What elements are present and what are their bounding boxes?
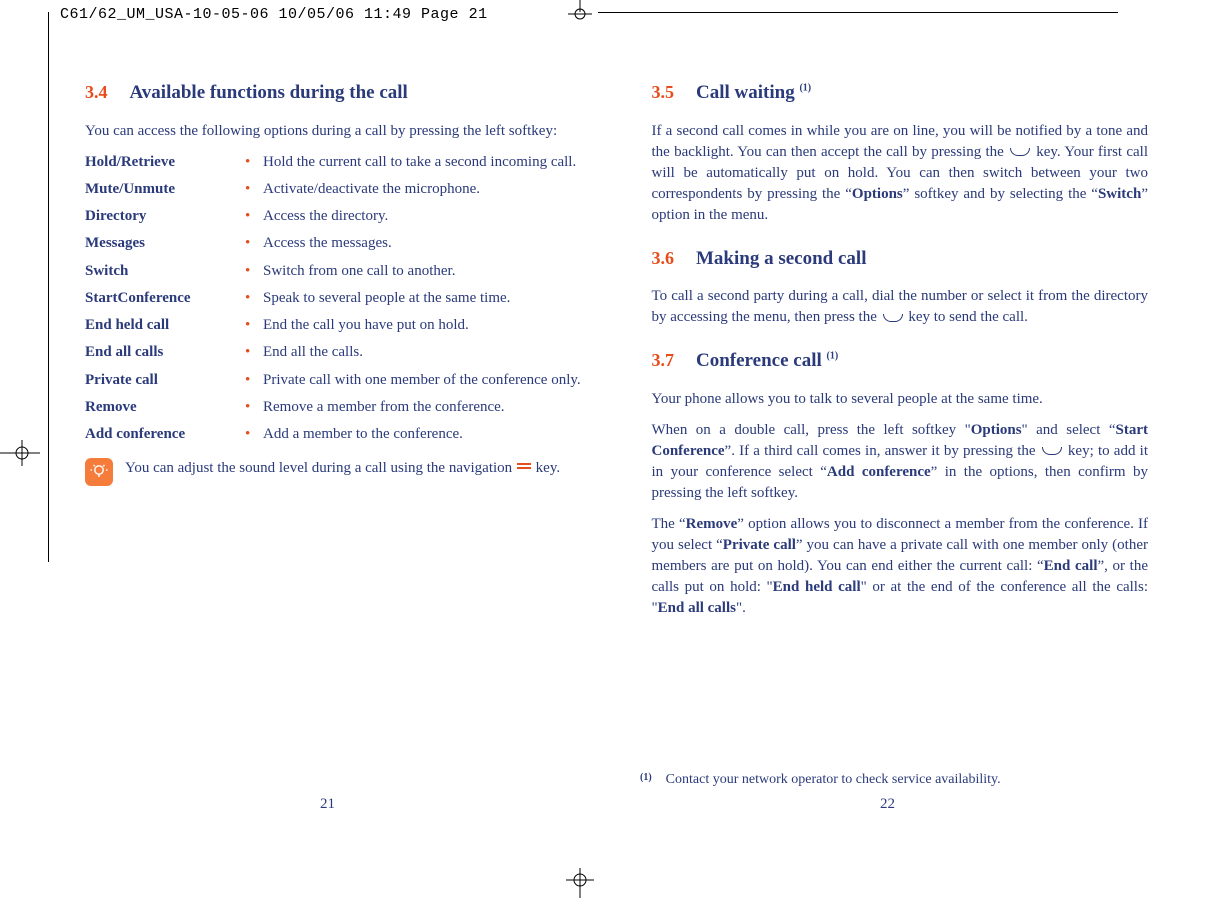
function-description: End the call you have put on hold. <box>263 315 582 335</box>
function-label: End all calls <box>85 342 245 362</box>
bullet-icon: • <box>245 342 263 362</box>
frame-line <box>48 12 49 562</box>
page-number-left: 21 <box>320 796 335 813</box>
section-heading: 3.6 Making a second call <box>652 246 1149 273</box>
section-number: 3.6 <box>652 246 675 271</box>
function-row: Private call•Private call with one membe… <box>85 370 582 390</box>
bullet-icon: • <box>245 424 263 444</box>
section-title: Conference call (1) <box>696 348 838 375</box>
intro-paragraph: You can access the following options dur… <box>85 121 582 142</box>
function-label: StartConference <box>85 288 245 308</box>
function-row: End held call•End the call you have put … <box>85 315 582 335</box>
paragraph: The “Remove” option allows you to discon… <box>652 514 1149 619</box>
bullet-icon: • <box>245 397 263 417</box>
function-label: Add conference <box>85 424 245 444</box>
bullet-icon: • <box>245 152 263 172</box>
paragraph: If a second call comes in while you are … <box>652 121 1149 226</box>
function-label: Remove <box>85 397 245 417</box>
section-heading: 3.4 Available functions during the call <box>85 80 582 107</box>
function-label: End held call <box>85 315 245 335</box>
function-description: Access the directory. <box>263 206 582 226</box>
bullet-icon: • <box>245 288 263 308</box>
function-description: End all the calls. <box>263 342 582 362</box>
tip-lightbulb-icon <box>85 458 113 486</box>
function-row: Directory•Access the directory. <box>85 206 582 226</box>
page-number-right: 22 <box>880 796 895 813</box>
section-title: Call waiting (1) <box>696 80 811 107</box>
crop-mark-top-icon <box>550 0 610 20</box>
function-label: Switch <box>85 261 245 281</box>
function-description: Access the messages. <box>263 233 582 253</box>
bullet-icon: • <box>245 206 263 226</box>
section-title: Making a second call <box>696 246 866 273</box>
paragraph: When on a double call, press the left so… <box>652 420 1149 504</box>
left-column: 3.4 Available functions during the call … <box>85 80 582 639</box>
footnote-marker: (1) <box>640 772 652 788</box>
function-label: Hold/Retrieve <box>85 152 245 172</box>
function-row: StartConference•Speak to several people … <box>85 288 582 308</box>
tip-text: You can adjust the sound level during a … <box>125 458 582 479</box>
bullet-icon: • <box>245 315 263 335</box>
print-header: C61/62_UM_USA-10-05-06 10/05/06 11:49 Pa… <box>60 6 488 23</box>
paragraph: Your phone allows you to talk to several… <box>652 389 1149 410</box>
bullet-icon: • <box>245 261 263 281</box>
call-key-icon <box>1010 148 1030 156</box>
frame-line <box>598 12 1118 13</box>
function-row: Mute/Unmute•Activate/deactivate the micr… <box>85 179 582 199</box>
tip-row: You can adjust the sound level during a … <box>85 458 582 486</box>
function-description: Speak to several people at the same time… <box>263 288 582 308</box>
function-row: Add conference•Add a member to the confe… <box>85 424 582 444</box>
function-description: Hold the current call to take a second i… <box>263 152 582 172</box>
bullet-icon: • <box>245 370 263 390</box>
function-description: Add a member to the conference. <box>263 424 582 444</box>
function-row: Messages•Access the messages. <box>85 233 582 253</box>
function-description: Remove a member from the conference. <box>263 397 582 417</box>
call-key-icon <box>1042 447 1062 455</box>
paragraph: To call a second party during a call, di… <box>652 286 1149 328</box>
function-list: Hold/Retrieve•Hold the current call to t… <box>85 152 582 445</box>
function-label: Private call <box>85 370 245 390</box>
section-number: 3.4 <box>85 80 108 105</box>
function-row: Hold/Retrieve•Hold the current call to t… <box>85 152 582 172</box>
function-label: Messages <box>85 233 245 253</box>
right-column: 3.5 Call waiting (1) If a second call co… <box>652 80 1149 639</box>
function-row: Switch•Switch from one call to another. <box>85 261 582 281</box>
function-description: Activate/deactivate the microphone. <box>263 179 582 199</box>
footnote-text: Contact your network operator to check s… <box>666 772 1001 788</box>
section-title: Available functions during the call <box>130 80 408 107</box>
crop-mark-left-icon <box>0 438 40 468</box>
function-row: End all calls•End all the calls. <box>85 342 582 362</box>
function-description: Private call with one member of the conf… <box>263 370 582 390</box>
section-number: 3.7 <box>652 348 675 373</box>
section-heading: 3.7 Conference call (1) <box>652 348 1149 375</box>
navigation-key-icon <box>516 458 532 479</box>
function-row: Remove•Remove a member from the conferen… <box>85 397 582 417</box>
function-label: Directory <box>85 206 245 226</box>
bullet-icon: • <box>245 179 263 199</box>
function-description: Switch from one call to another. <box>263 261 582 281</box>
crop-mark-bottom-icon <box>550 868 610 898</box>
section-number: 3.5 <box>652 80 675 105</box>
bullet-icon: • <box>245 233 263 253</box>
function-label: Mute/Unmute <box>85 179 245 199</box>
call-key-icon <box>883 314 903 322</box>
section-heading: 3.5 Call waiting (1) <box>652 80 1149 107</box>
footnote: (1) Contact your network operator to che… <box>640 772 1143 788</box>
